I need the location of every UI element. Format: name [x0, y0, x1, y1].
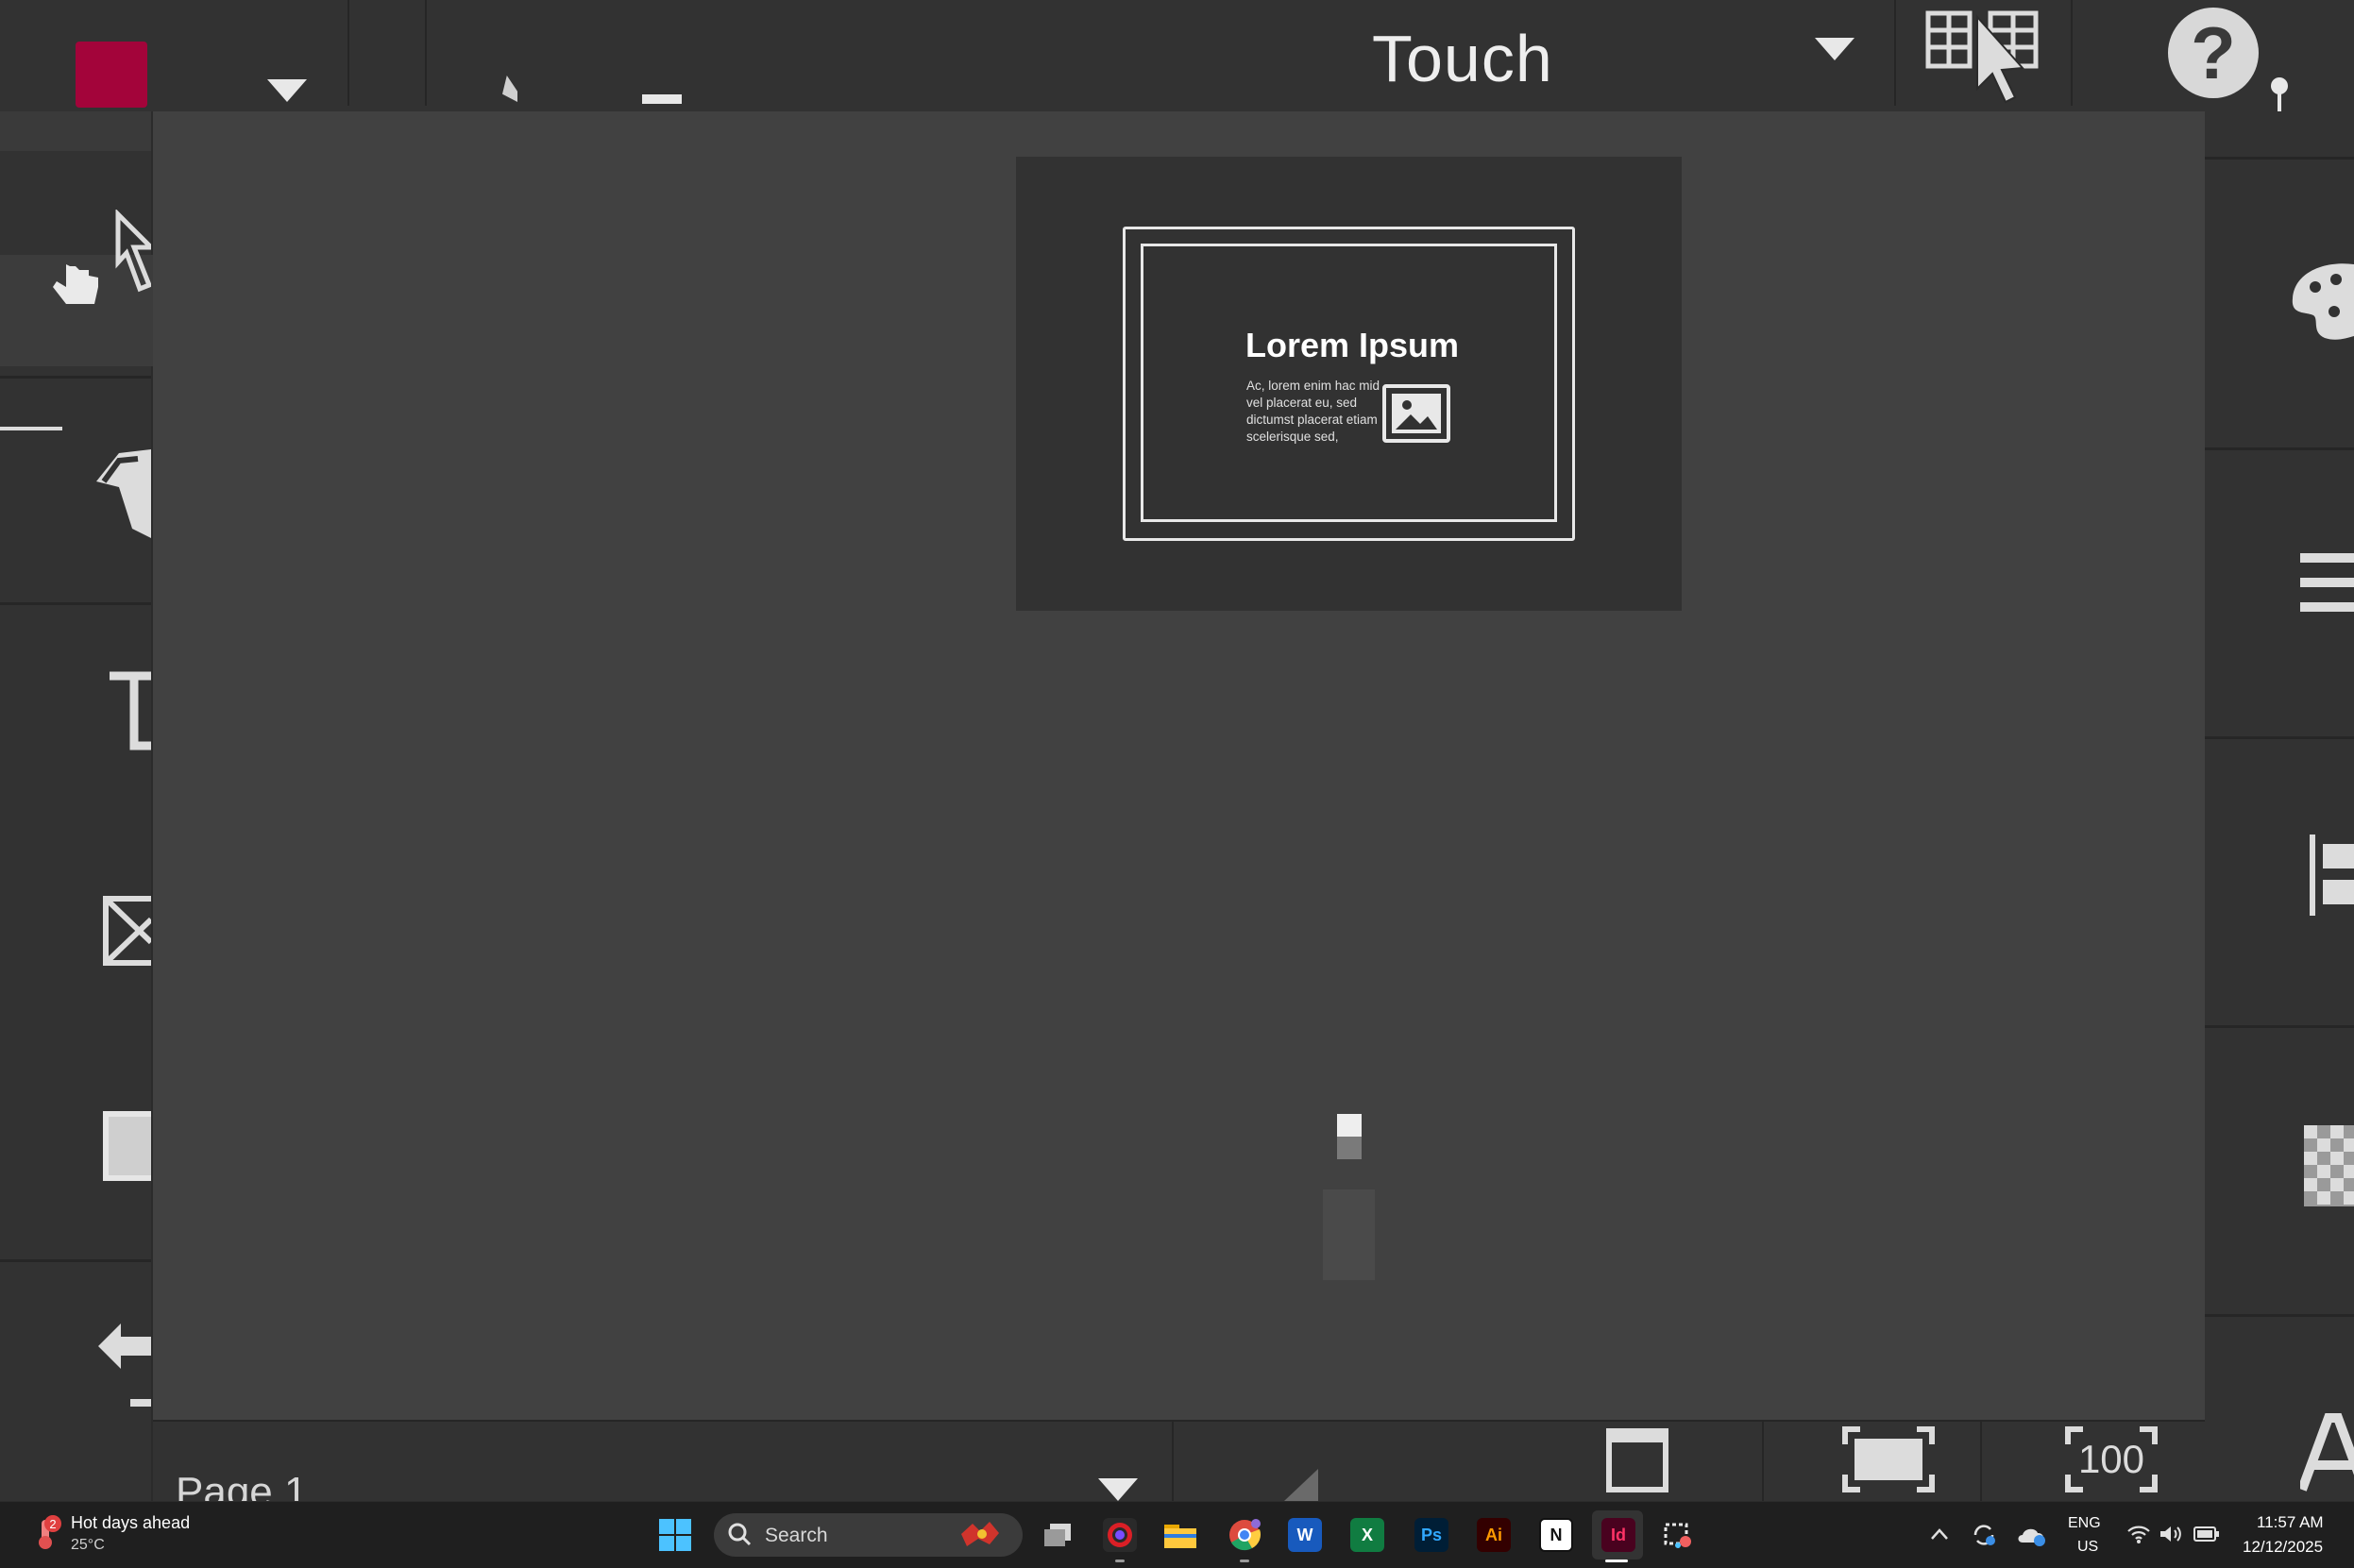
status-divider — [1762, 1422, 1764, 1501]
weather-summary[interactable]: Hot days ahead — [71, 1513, 190, 1533]
running-indicator — [1115, 1560, 1125, 1562]
toolbar-divider — [425, 0, 427, 106]
rectangle-tool-icon[interactable] — [102, 1110, 151, 1182]
page-body-text: Ac, lorem enim hac mid vel placerat eu, … — [1246, 379, 1380, 444]
toolbar-divider — [2071, 0, 2073, 106]
active-indicator — [1605, 1560, 1628, 1562]
paragraph-menu-icon[interactable] — [2296, 548, 2354, 623]
weather-badge: 2 — [49, 1517, 56, 1531]
canvas-cursor-artifact — [1323, 1189, 1375, 1280]
panel-divider — [2205, 1025, 2354, 1028]
toolbar-divider — [347, 0, 349, 106]
search-highlight-icon — [961, 1522, 999, 1546]
tool-preset-dropdown[interactable] — [642, 94, 682, 104]
windows-start-icon[interactable] — [658, 1518, 692, 1552]
panel-divider — [2205, 736, 2354, 739]
page-number-selector[interactable]: Page 1 — [176, 1469, 307, 1501]
chevron-down-icon[interactable] — [267, 79, 307, 102]
app-logo[interactable] — [76, 42, 147, 108]
weather-thermometer-icon[interactable]: 2 — [28, 1514, 62, 1552]
left-panel-header — [0, 111, 151, 151]
panel-divider — [2205, 447, 2354, 450]
canvas-cursor-artifact — [1337, 1114, 1362, 1137]
excel-icon[interactable]: X — [1350, 1518, 1384, 1552]
align-panel-icon[interactable] — [2308, 835, 2354, 916]
type-tool-icon[interactable] — [106, 670, 151, 751]
photoshop-icon[interactable]: Ps — [1414, 1518, 1448, 1552]
snipping-tool-icon[interactable] — [1662, 1518, 1696, 1552]
file-explorer-icon[interactable] — [1163, 1518, 1197, 1552]
swatches-icon[interactable] — [2304, 1125, 2354, 1206]
sync-icon[interactable] — [1970, 1522, 1998, 1548]
workspace-switcher-label[interactable]: Touch — [1372, 21, 1553, 96]
canvas-cursor-artifact — [1337, 1137, 1362, 1159]
undo-arrow-icon[interactable] — [94, 1320, 151, 1414]
page-dropdown-icon[interactable] — [1098, 1478, 1138, 1501]
hand-tool-icon[interactable] — [47, 255, 106, 312]
tool-divider — [0, 376, 151, 379]
fit-page-icon[interactable] — [1605, 1427, 1669, 1493]
panel-divider — [2205, 157, 2354, 160]
search-icon — [728, 1523, 752, 1546]
chrome-icon[interactable] — [1228, 1518, 1262, 1552]
selection-tool-icon[interactable] — [113, 210, 151, 312]
frame-tool-icon[interactable] — [102, 895, 151, 967]
page-title: Lorem Ipsum — [1245, 326, 1460, 364]
tool-divider — [0, 1259, 151, 1262]
toolbar-divider — [1894, 0, 1896, 106]
character-panel-icon[interactable] — [2300, 1412, 2354, 1492]
notion-icon[interactable]: N — [1539, 1518, 1573, 1552]
tool-divider — [0, 602, 151, 605]
image-placeholder-icon — [1382, 384, 1450, 443]
volume-icon[interactable] — [2159, 1524, 2183, 1544]
fit-spread-icon[interactable] — [1841, 1425, 1936, 1493]
workspace-dropdown-icon[interactable] — [1815, 38, 1854, 60]
help-connector-dot — [2271, 77, 2288, 94]
pen-tool-icon[interactable] — [91, 444, 151, 538]
battery-icon[interactable] — [2193, 1526, 2221, 1543]
clock-time[interactable]: 11:57 AM — [2257, 1513, 2324, 1532]
search-placeholder: Search — [765, 1525, 828, 1546]
status-divider — [1172, 1422, 1174, 1501]
status-divider — [153, 1420, 2205, 1422]
status-divider — [1980, 1422, 1982, 1501]
actual-size-label: 100 — [2078, 1437, 2144, 1481]
panel-divider — [2205, 1314, 2354, 1317]
grid-cursor-icon[interactable] — [1924, 8, 2041, 106]
wifi-icon[interactable] — [2126, 1524, 2151, 1544]
word-icon[interactable]: W — [1288, 1518, 1322, 1552]
actual-size-icon[interactable]: 100 — [2064, 1425, 2159, 1493]
onedrive-icon[interactable] — [2017, 1524, 2047, 1548]
illustrator-icon[interactable]: Ai — [1477, 1518, 1511, 1552]
clock-date[interactable]: 12/12/2025 — [2243, 1538, 2323, 1557]
color-palette-icon[interactable] — [2287, 257, 2354, 344]
chevron-up-icon[interactable] — [1929, 1526, 1950, 1543]
indesign-icon[interactable]: Id — [1601, 1518, 1635, 1552]
tool-flyout-line — [0, 427, 62, 430]
language-indicator[interactable]: ENG — [2068, 1515, 2101, 1532]
creative-cloud-icon[interactable] — [1103, 1518, 1137, 1552]
task-view-icon[interactable] — [1041, 1518, 1075, 1552]
keyboard-layout-indicator[interactable]: US — [2077, 1539, 2098, 1556]
running-indicator — [1240, 1560, 1249, 1562]
weather-temperature: 25°C — [71, 1537, 105, 1553]
